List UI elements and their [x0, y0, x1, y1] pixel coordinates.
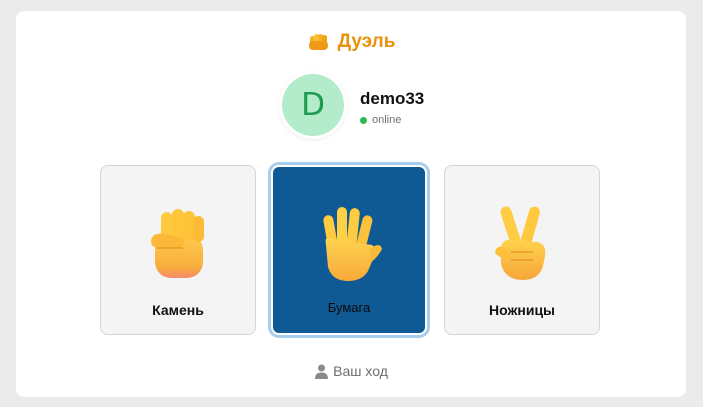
oncoming-fist-icon [308, 34, 328, 50]
online-status: online [360, 114, 401, 126]
avatar-letter: D [301, 87, 325, 123]
choice-rock-button[interactable]: Камень [100, 165, 256, 335]
choice-rock-label: Камень [152, 302, 204, 318]
raised-hand-icon [323, 207, 382, 281]
choice-paper-label: Бумага [327, 300, 371, 315]
status-dot-icon [360, 116, 367, 124]
turn-text: Ваш ход [333, 363, 388, 379]
page-title: Дуэль [0, 31, 703, 53]
raised-fist-icon [151, 209, 204, 278]
opponent-username: demo33 [360, 89, 425, 108]
choice-paper-button[interactable]: Бумага [271, 165, 427, 335]
user-icon [315, 364, 329, 379]
choice-scissors-button[interactable]: Ножницы [444, 165, 600, 335]
status-text: online [372, 114, 402, 126]
turn-indicator: Ваш ход [0, 363, 703, 379]
avatar: D [282, 74, 344, 136]
choice-scissors-label: Ножницы [488, 302, 556, 318]
victory-hand-icon [495, 206, 546, 280]
title-text: Дуэль [337, 31, 396, 52]
